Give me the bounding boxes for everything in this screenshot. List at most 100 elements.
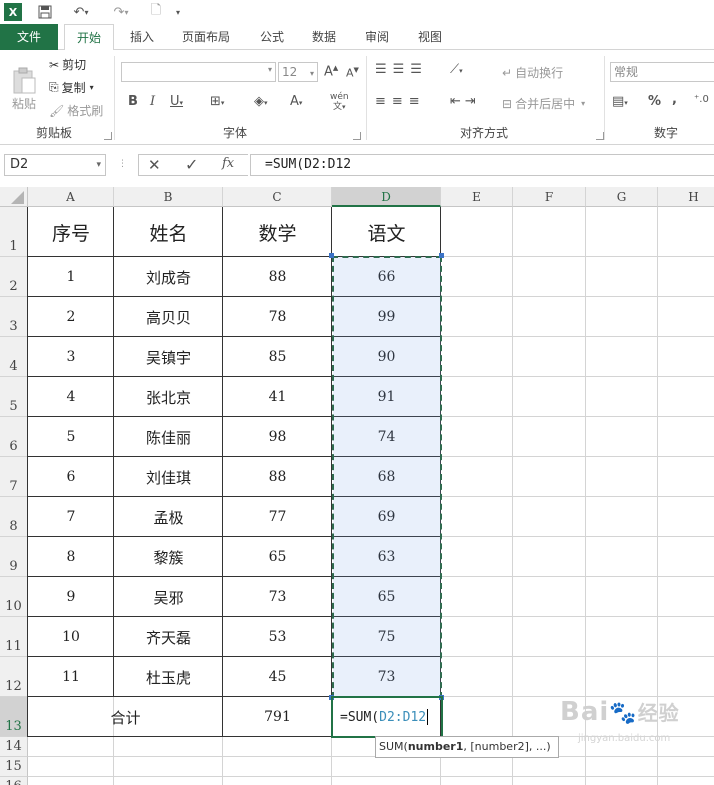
percent-button[interactable]: %	[648, 94, 661, 109]
underline-button[interactable]: U▾	[170, 94, 183, 109]
cell-name[interactable]: 齐天磊	[114, 617, 223, 657]
row-header-7[interactable]: 7	[0, 457, 28, 497]
format-painter-button[interactable]: 🖌 格式刷	[49, 102, 103, 119]
tab-insert[interactable]: 插入	[120, 24, 164, 50]
column-header-f[interactable]: F	[513, 187, 586, 207]
column-header-c[interactable]: C	[223, 187, 332, 207]
cell-math[interactable]: 88	[223, 457, 332, 497]
column-header-h[interactable]: H	[658, 187, 714, 207]
total-math-cell[interactable]: 791	[223, 697, 332, 737]
tab-formulas[interactable]: 公式	[250, 24, 294, 50]
header-cell-name[interactable]: 姓名	[114, 207, 223, 257]
cell-index[interactable]: 8	[28, 537, 114, 577]
name-box[interactable]: D2 ▾	[4, 154, 106, 176]
horizontal-align-buttons[interactable]: ≡≡≡	[375, 94, 426, 109]
font-name-select[interactable]: ▾	[121, 62, 276, 82]
tab-review[interactable]: 审阅	[355, 24, 399, 50]
copy-button[interactable]: ⎘ 复制 ▾	[49, 79, 94, 96]
merge-center-button[interactable]: ⊟ 合并后居中 ▾	[502, 95, 585, 112]
currency-button[interactable]: ▤▾	[612, 94, 628, 109]
save-icon[interactable]	[36, 3, 54, 21]
row-header-14[interactable]: 14	[0, 737, 28, 757]
orientation-button[interactable]: ⟋▾	[450, 62, 463, 77]
insert-function-icon[interactable]: fx	[222, 156, 234, 171]
cell-name[interactable]: 高贝贝	[114, 297, 223, 337]
cell-math[interactable]: 98	[223, 417, 332, 457]
cell-math[interactable]: 73	[223, 577, 332, 617]
cell-index[interactable]: 2	[28, 297, 114, 337]
tab-file[interactable]: 文件	[0, 24, 58, 50]
cell-name[interactable]: 张北京	[114, 377, 223, 417]
cell-math[interactable]: 77	[223, 497, 332, 537]
column-header-g[interactable]: G	[586, 187, 658, 207]
total-label-cell[interactable]: 合计	[28, 697, 223, 737]
row-header-15[interactable]: 15	[0, 757, 28, 777]
row-header-8[interactable]: 8	[0, 497, 28, 537]
select-all-corner[interactable]	[0, 187, 28, 207]
range-handle[interactable]	[439, 253, 444, 258]
column-header-a[interactable]: A	[28, 187, 114, 207]
row-header-5[interactable]: 5	[0, 377, 28, 417]
cell-name[interactable]: 陈佳丽	[114, 417, 223, 457]
cell-name[interactable]: 杜玉虎	[114, 657, 223, 697]
undo-icon[interactable]: ↶ ▾	[66, 3, 96, 21]
row-header-11[interactable]: 11	[0, 617, 28, 657]
cell-name[interactable]: 吴镇宇	[114, 337, 223, 377]
borders-button[interactable]: ⊞▾	[210, 94, 224, 109]
cell-math[interactable]: 88	[223, 257, 332, 297]
cell-name[interactable]: 刘成奇	[114, 257, 223, 297]
tab-page-layout[interactable]: 页面布局	[172, 24, 240, 50]
function-tooltip[interactable]: SUM(number1, [number2], ...)	[375, 736, 559, 758]
cell-name[interactable]: 黎簇	[114, 537, 223, 577]
cancel-icon[interactable]: ✕	[148, 156, 161, 174]
wrap-text-button[interactable]: ↵ 自动换行	[502, 64, 563, 81]
clipboard-launcher-icon[interactable]	[104, 132, 112, 140]
cell-index[interactable]: 5	[28, 417, 114, 457]
grow-font-button[interactable]: A▲	[324, 64, 338, 79]
font-color-button[interactable]: A▾	[290, 94, 302, 109]
fill-color-button[interactable]: ◈▾	[254, 94, 268, 109]
vertical-align-buttons[interactable]: ☰☰☰	[375, 62, 428, 77]
cell-math[interactable]: 78	[223, 297, 332, 337]
row-header-10[interactable]: 10	[0, 577, 28, 617]
font-size-select[interactable]: 12 ▾	[278, 62, 318, 82]
cell-index[interactable]: 3	[28, 337, 114, 377]
cell-index[interactable]: 7	[28, 497, 114, 537]
cell-index[interactable]: 1	[28, 257, 114, 297]
row-header-6[interactable]: 6	[0, 417, 28, 457]
tab-home[interactable]: 开始	[64, 24, 114, 51]
decimal-button[interactable]: ⁺.0	[694, 94, 709, 105]
row-header-9[interactable]: 9	[0, 537, 28, 577]
cell-index[interactable]: 11	[28, 657, 114, 697]
row-header-1[interactable]: 1	[0, 207, 28, 257]
phonetic-button[interactable]: wén 文▾	[330, 92, 349, 112]
comma-button[interactable]: ,	[672, 92, 677, 107]
row-header-12[interactable]: 12	[0, 657, 28, 697]
shrink-font-button[interactable]: A▼	[346, 66, 359, 80]
row-header-3[interactable]: 3	[0, 297, 28, 337]
tab-view[interactable]: 视图	[408, 24, 452, 50]
row-header-16[interactable]: 16	[0, 777, 28, 785]
header-cell-index[interactable]: 序号	[28, 207, 114, 257]
cell-math[interactable]: 41	[223, 377, 332, 417]
row-header-4[interactable]: 4	[0, 337, 28, 377]
column-header-b[interactable]: B	[114, 187, 223, 207]
cell-math[interactable]: 65	[223, 537, 332, 577]
indent-buttons[interactable]: ⇤⇥	[450, 94, 480, 109]
cell-index[interactable]: 6	[28, 457, 114, 497]
paste-button[interactable]: 粘贴	[8, 56, 40, 112]
alignment-launcher-icon[interactable]	[596, 132, 604, 140]
row-header-13[interactable]: 13	[0, 697, 28, 737]
cell-math[interactable]: 53	[223, 617, 332, 657]
column-header-d[interactable]: D	[332, 187, 441, 207]
cell-index[interactable]: 10	[28, 617, 114, 657]
cell-name[interactable]: 吴邪	[114, 577, 223, 617]
print-preview-icon[interactable]: 🗋	[146, 3, 166, 21]
column-header-e[interactable]: E	[441, 187, 513, 207]
formula-input[interactable]: =SUM(D2:D12	[250, 154, 714, 176]
customize-qat-icon[interactable]: ▾	[172, 3, 184, 21]
font-launcher-icon[interactable]	[353, 132, 361, 140]
range-handle[interactable]	[329, 253, 334, 258]
enter-icon[interactable]: ✓	[185, 155, 198, 174]
row-header-2[interactable]: 2	[0, 257, 28, 297]
